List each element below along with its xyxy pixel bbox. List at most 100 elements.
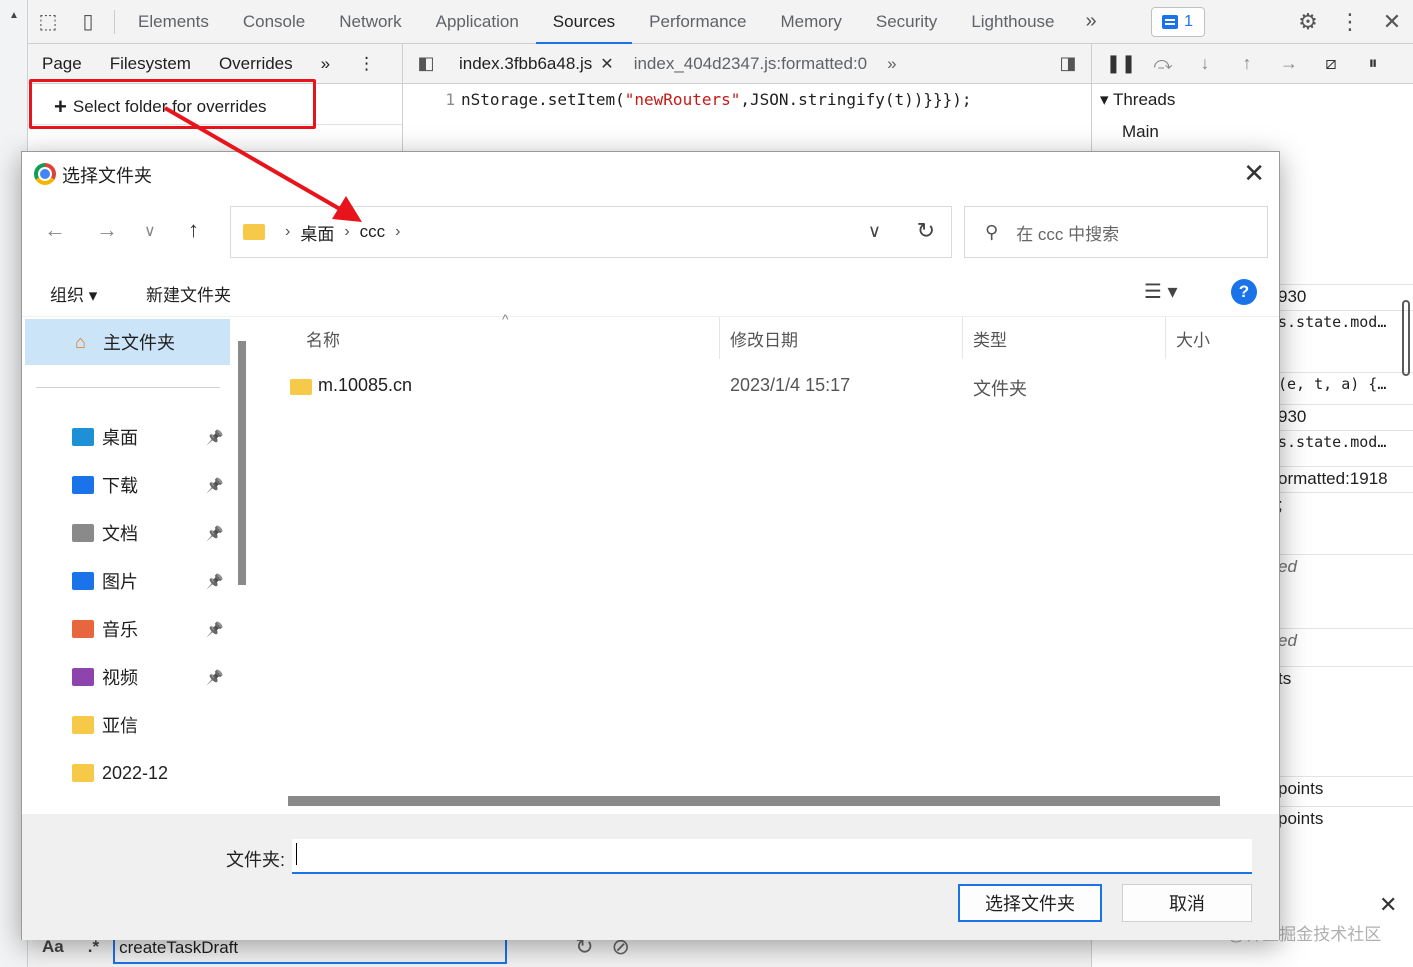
sidebar-item-home[interactable]: ⌂ 主文件夹 [25,319,230,365]
overrides-pane: + Select folder for overrides [28,84,403,154]
sidebar-item[interactable]: 视频 📌 [72,661,232,693]
tab-memory[interactable]: Memory [763,0,858,44]
thread-main[interactable]: Main [1122,122,1159,142]
navigator-menu-icon[interactable]: ⋮ [344,54,389,74]
folder-icon [72,764,94,782]
sidebar-scrollbar[interactable] [1402,300,1410,376]
organize-button[interactable]: 组织 ▾ [50,281,97,306]
folder-search-input[interactable]: ⚲ 在 ccc 中搜索 [964,206,1268,258]
folder-field-label: 文件夹: [226,850,286,870]
close-tab-icon[interactable]: ✕ [600,54,613,74]
address-bar[interactable]: › 桌面 › ccc › ∨ ↻ [230,206,952,258]
download-icon [72,476,94,494]
pause-icon[interactable]: ❚❚ [1100,53,1142,74]
breadcrumb-item-ccc[interactable]: ccc [360,222,386,242]
step-icon[interactable]: → [1268,53,1310,74]
sidebar-item[interactable]: 图片 📌 [72,565,232,597]
forward-arrow-icon[interactable]: → [96,217,118,243]
step-into-icon[interactable]: ↓ [1184,53,1226,74]
cancel-button[interactable]: 取消 [1122,884,1252,922]
tab-sources[interactable]: Sources [535,0,633,44]
folder-icon [72,716,94,734]
more-navigator-icon[interactable]: » [307,54,344,74]
toolbar-right: ⚙ ⋮ ✕ [1287,0,1413,44]
dialog-close-icon[interactable]: ✕ [1243,158,1265,189]
address-dropdown-icon[interactable]: ∨ [868,221,881,242]
regex-button[interactable]: .* [88,937,99,957]
pin-icon[interactable]: 📌 [206,621,223,638]
editor-tab[interactable]: index.3fbb6a48.js ✕ [449,54,624,74]
pin-icon[interactable]: 📌 [206,429,223,446]
column-size[interactable]: 大小 [1166,317,1246,359]
sidebar-item-label: 视频 [102,668,138,688]
refresh-icon[interactable]: ↻ [917,218,935,244]
sidebar-item-label: 音乐 [102,620,138,640]
more-options-icon[interactable]: ⋮ [1329,0,1371,44]
help-icon[interactable]: ? [1231,279,1257,305]
editor-tab[interactable]: index_404d2347.js:formatted:0 [624,54,877,74]
folder-name-input[interactable] [292,839,1252,874]
breadcrumb-separator: › [285,223,291,240]
tab-network[interactable]: Network [322,0,418,44]
more-tabs-icon[interactable]: » [1072,10,1111,33]
new-folder-button[interactable]: 新建文件夹 [146,281,231,306]
device-toolbar-icon[interactable]: ▯ [68,0,108,44]
main-tabs: Elements Console Network Application Sources… [121,0,1072,44]
pin-icon[interactable]: 📌 [206,669,223,686]
pin-icon[interactable]: 📌 [206,525,223,542]
issues-badge[interactable]: 1 [1150,6,1205,37]
horizontal-scrollbar[interactable] [288,796,1220,806]
toggle-debugger-icon[interactable]: ◨ [1045,53,1091,74]
more-editor-tabs-icon[interactable]: » [877,54,906,74]
tab-console[interactable]: Console [226,0,322,44]
step-over-icon[interactable]: ⤼ [1142,53,1184,74]
toggle-navigator-icon[interactable]: ◧ [403,53,449,74]
view-options-icon[interactable]: ☰ ▾ [1144,279,1178,304]
recent-locations-chevron-icon[interactable]: ∨ [144,221,156,241]
navigator-tab-filesystem[interactable]: Filesystem [96,54,205,74]
pin-icon[interactable]: 📌 [206,573,223,590]
scroll-up-icon[interactable]: ▲ [9,10,19,21]
threads-header[interactable]: ▾ Threads [1100,90,1175,110]
match-case-button[interactable]: Aa [42,937,64,957]
breadcrumb-separator[interactable]: › [395,223,400,241]
close-drawer-icon[interactable]: ✕ [1379,892,1397,918]
select-folder-confirm-button[interactable]: 选择文件夹 [958,884,1102,922]
desktop-icon [72,428,94,446]
sidebar-scrollbar[interactable] [238,341,246,585]
column-name[interactable]: 名称 ^ [260,311,720,359]
close-devtools-icon[interactable]: ✕ [1371,0,1413,44]
file-row[interactable]: m.10085.cn 2023/1/4 15:17 文件夹 [260,367,1260,407]
tab-application[interactable]: Application [419,0,536,44]
sidebar-item[interactable]: 文档 📌 [72,517,232,549]
select-folder-button[interactable]: + Select folder for overrides [54,94,267,120]
folder-icon [243,224,265,240]
pin-icon[interactable]: 📌 [206,477,223,494]
tab-elements[interactable]: Elements [121,0,226,44]
sidebar-item[interactable]: 2022-12 [72,757,232,789]
plus-icon: + [54,94,67,119]
column-type[interactable]: 类型 [963,317,1166,359]
settings-gear-icon[interactable]: ⚙ [1287,0,1329,44]
inspect-element-icon[interactable]: ⬚ [28,0,68,44]
file-modified: 2023/1/4 15:17 [730,375,851,395]
code-editor[interactable]: 1 nStorage.setItem("newRouters",JSON.stri… [403,84,1091,154]
navigator-tabs: Page Filesystem Overrides [28,54,307,74]
column-label: 大小 [1176,330,1210,350]
breadcrumb-item-desktop[interactable]: 桌面 [300,220,334,245]
deactivate-breakpoints-icon[interactable]: ⧄ [1310,53,1352,74]
tab-lighthouse[interactable]: Lighthouse [954,0,1071,44]
sidebar-item[interactable]: 桌面 📌 [72,421,232,453]
back-arrow-icon[interactable]: ← [44,217,66,243]
up-arrow-icon[interactable]: ↑ [188,217,199,243]
column-modified[interactable]: 修改日期 [720,317,963,359]
tab-security[interactable]: Security [859,0,954,44]
sidebar-item[interactable]: 下载 📌 [72,469,232,501]
step-out-icon[interactable]: ↑ [1226,53,1268,74]
sidebar-item[interactable]: 亚信 [72,709,232,741]
sidebar-item[interactable]: 音乐 📌 [72,613,232,645]
navigator-tab-page[interactable]: Page [28,54,96,74]
tab-performance[interactable]: Performance [632,0,763,44]
pause-on-exceptions-icon[interactable]: ⏸ [1352,53,1394,74]
navigator-tab-overrides[interactable]: Overrides [205,54,307,74]
